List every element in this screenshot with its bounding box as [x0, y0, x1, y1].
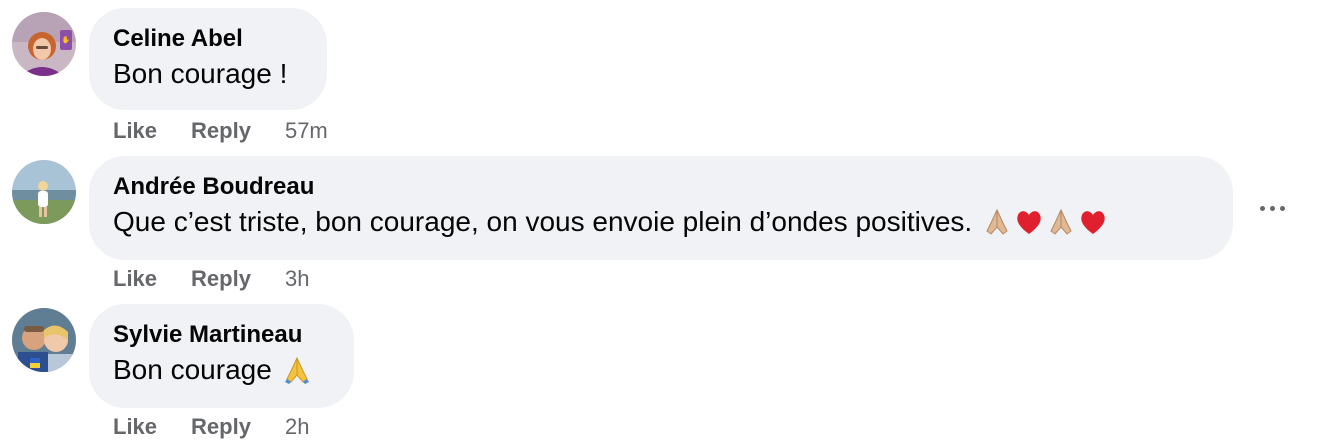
comment-actions: Like Reply 3h	[113, 265, 309, 293]
comment-text: Bon courage !	[113, 56, 303, 92]
avatar-image	[12, 160, 76, 224]
comment-actions: Like Reply 57m	[113, 117, 328, 145]
comment-timestamp[interactable]: 2h	[285, 413, 309, 441]
comment-text-content: Bon courage !	[113, 58, 288, 89]
avatar-image: ✋	[12, 12, 76, 76]
red-heart-icon	[1017, 211, 1041, 234]
comment-actions: Like Reply 2h	[113, 413, 309, 441]
avatar[interactable]	[12, 160, 76, 224]
comment-author[interactable]: Celine Abel	[113, 24, 303, 54]
like-button[interactable]: Like	[113, 265, 157, 293]
avatar[interactable]: ✋	[12, 12, 76, 76]
folded-hands-icon	[986, 208, 1008, 235]
comment-text-content: Bon courage	[113, 354, 272, 385]
comment-bubble: Celine Abel Bon courage !	[89, 8, 327, 110]
like-button[interactable]: Like	[113, 117, 157, 145]
comment-thread: ✋ Celine Abel Bon courage ! Like Reply 5…	[0, 0, 1328, 446]
like-button[interactable]: Like	[113, 413, 157, 441]
svg-text:✋: ✋	[62, 35, 71, 44]
comment-text: Bon courage	[113, 352, 330, 388]
more-options-icon[interactable]	[1252, 188, 1292, 228]
comment-text-content: Que c’est triste, bon courage, on vous e…	[113, 206, 973, 237]
avatar[interactable]	[12, 308, 76, 372]
red-heart-icon	[1081, 211, 1105, 234]
comment-bubble: Sylvie Martineau Bon courage	[89, 304, 354, 408]
reply-button[interactable]: Reply	[191, 413, 251, 441]
reply-button[interactable]: Reply	[191, 265, 251, 293]
reply-button[interactable]: Reply	[191, 117, 251, 145]
comment-text: Que c’est triste, bon courage, on vous e…	[113, 204, 1209, 240]
folded-hands-icon	[284, 356, 309, 384]
comment-timestamp[interactable]: 3h	[285, 265, 309, 293]
comment-author[interactable]: Andrée Boudreau	[113, 172, 1209, 202]
comment-bubble: Andrée Boudreau Que c’est triste, bon co…	[89, 156, 1233, 260]
avatar-image	[12, 308, 76, 372]
folded-hands-icon	[1050, 208, 1072, 235]
comment-timestamp[interactable]: 57m	[285, 117, 328, 145]
comment-author[interactable]: Sylvie Martineau	[113, 320, 330, 350]
